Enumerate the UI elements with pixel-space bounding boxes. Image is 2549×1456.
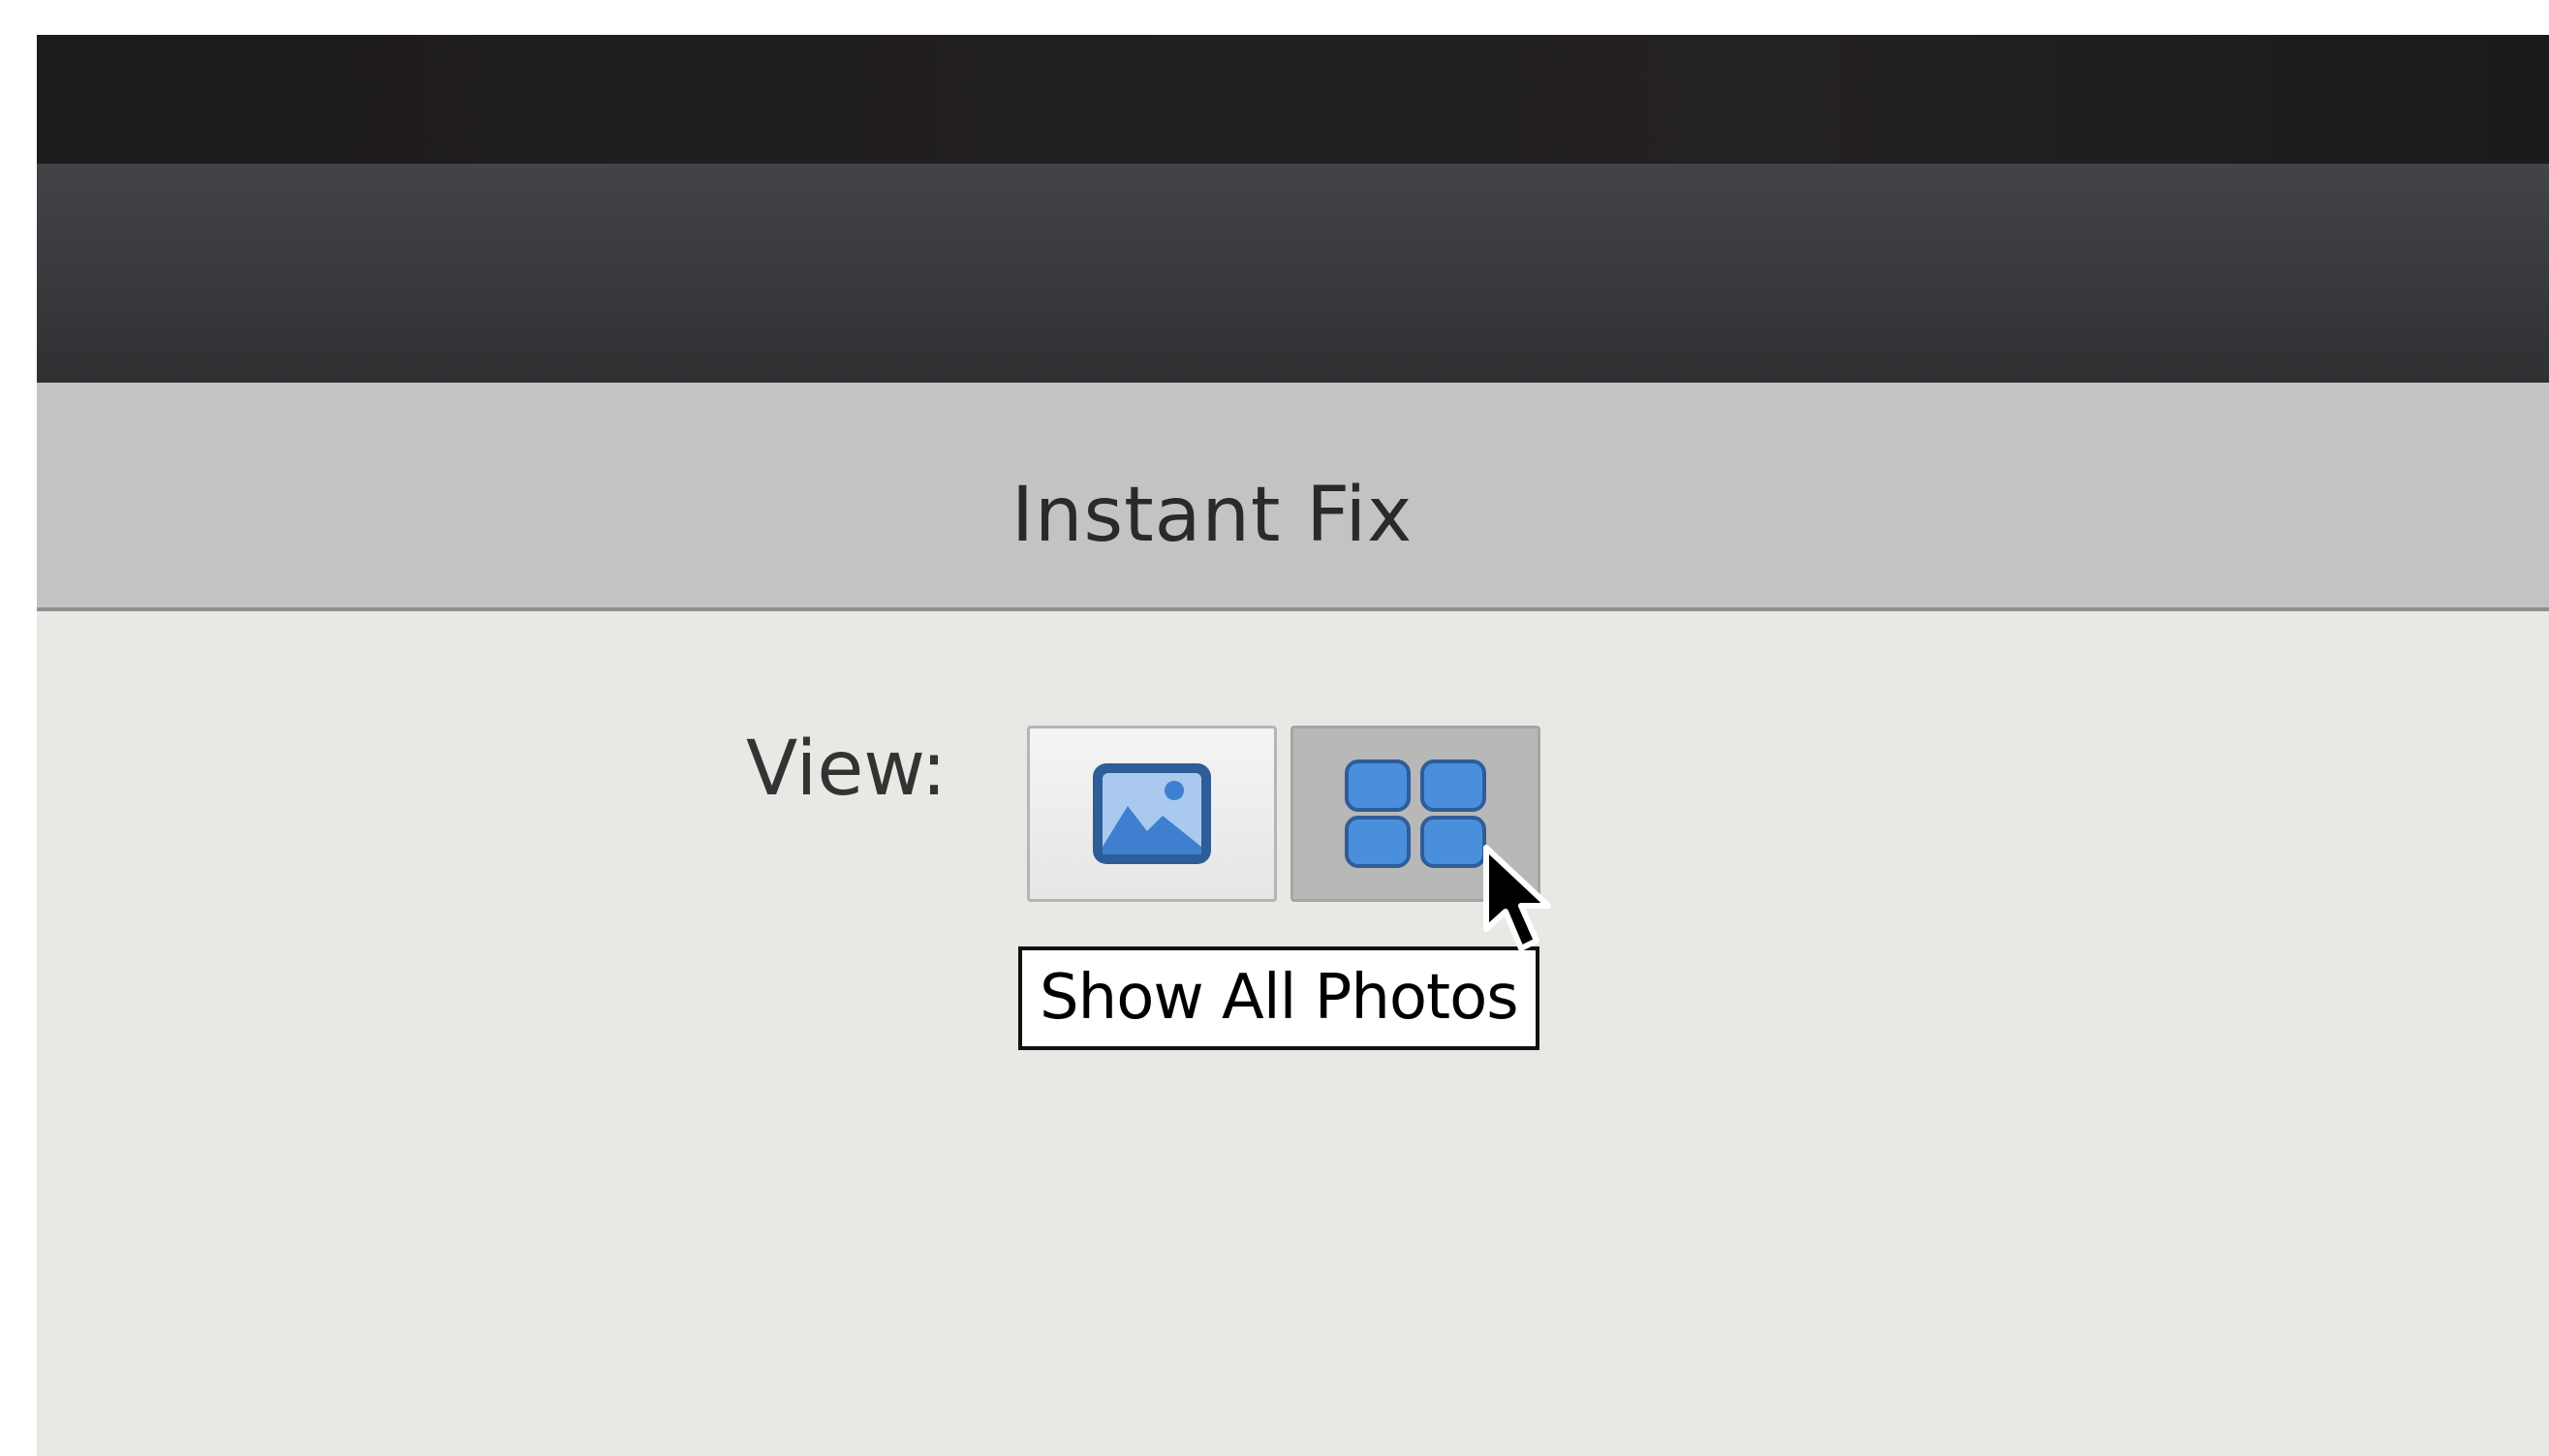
single-photo-icon (1093, 763, 1211, 864)
panel-header: Instant Fix (37, 383, 2549, 611)
show-all-photos-tooltip: Show All Photos (1018, 946, 1539, 1050)
single-photo-view-button[interactable] (1027, 726, 1277, 902)
grid-icon (1345, 759, 1486, 868)
page: Instant Fix View: Show All Photos (0, 0, 2549, 1456)
panel-title: Instant Fix (1011, 472, 1414, 559)
app-window: Instant Fix View: Show All Photos (37, 35, 2549, 1456)
arrow-pointer-icon (1483, 845, 1551, 951)
view-label: View: (746, 726, 948, 813)
toolbar (37, 164, 2549, 383)
panel-body: View: Show All Photos (37, 611, 2549, 1456)
title-bar (37, 35, 2549, 164)
